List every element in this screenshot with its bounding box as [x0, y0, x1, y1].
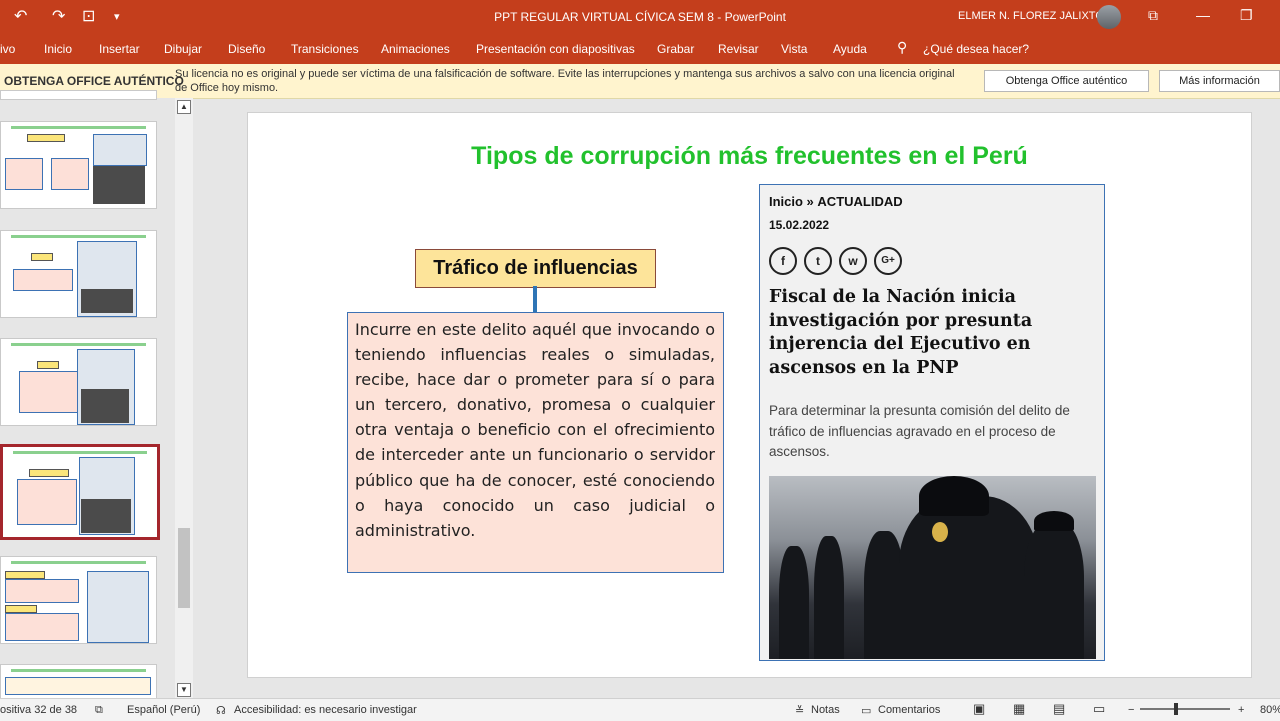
tab-vista[interactable]: Vista [781, 42, 807, 56]
article-headline: Fiscal de la Nación inicia investigación… [769, 287, 1033, 378]
definition-text: Incurre en este delito aquél que invocan… [355, 320, 715, 540]
slide-title[interactable]: Tipos de corrupción más frecuentes en el… [248, 142, 1251, 171]
language[interactable]: Español (Perú) [127, 704, 200, 716]
tab-insertar[interactable]: Insertar [99, 42, 140, 56]
zoom-level[interactable]: 80% [1260, 704, 1280, 716]
breadcrumb-section: ACTUALIDAD [817, 194, 903, 209]
thumbnail-scrollbar[interactable]: ▲ ▼ [175, 98, 193, 698]
breadcrumb-home: Inicio » [769, 194, 814, 209]
zoom-slider[interactable] [1140, 708, 1230, 710]
scrollbar-thumb[interactable] [178, 528, 190, 608]
definition-box[interactable]: Incurre en este delito aquél que invocan… [347, 312, 724, 573]
tab-file[interactable]: ivo [0, 42, 15, 56]
maximize-icon[interactable]: ❐ [1240, 7, 1253, 24]
license-heading: OBTENGA OFFICE AUTÉNTICO [4, 74, 184, 88]
user-name[interactable]: ELMER N. FLOREZ JALIXTO [958, 10, 1104, 22]
status-bar: ositiva 32 de 38 ⧉ Español (Perú) ☊ Acce… [0, 698, 1280, 721]
zoom-slider-handle[interactable] [1174, 703, 1178, 715]
tab-animaciones[interactable]: Animaciones [381, 42, 450, 56]
facebook-icon: f [769, 247, 797, 275]
article-lead: Para determinar la presunta comisión del… [769, 403, 1070, 459]
ribbon-display-options-icon[interactable]: ⧉ [1148, 7, 1158, 24]
scroll-up-icon[interactable]: ▲ [177, 100, 191, 114]
more-info-button[interactable]: Más información [1159, 70, 1280, 92]
accessibility-icon[interactable]: ☊ [216, 704, 226, 717]
lightbulb-icon[interactable]: ⚲ [897, 39, 907, 56]
tab-grabar[interactable]: Grabar [657, 42, 694, 56]
tell-me-search[interactable]: ¿Qué desea hacer? [923, 42, 1029, 56]
tab-dibujar[interactable]: Dibujar [164, 42, 202, 56]
comments-icon[interactable]: ▭ [861, 704, 871, 717]
slideshow-icon[interactable]: ▭ [1093, 701, 1105, 717]
minimize-icon[interactable]: — [1196, 7, 1210, 23]
google-plus-icon: G+ [874, 247, 902, 275]
tab-ayuda[interactable]: Ayuda [833, 42, 867, 56]
reading-view-icon[interactable]: ▤ [1053, 701, 1065, 717]
slide-thumbnail[interactable] [0, 338, 157, 426]
slide-thumbnail[interactable] [0, 90, 157, 100]
slide-canvas[interactable]: Tipos de corrupción más frecuentes en el… [247, 112, 1252, 678]
breadcrumb: Inicio » ACTUALIDAD [769, 194, 903, 209]
slide-thumbnail[interactable] [0, 230, 157, 318]
twitter-icon: t [804, 247, 832, 275]
notes-icon[interactable]: ≚ [795, 704, 804, 717]
police-officers-photo [769, 476, 1096, 659]
slide-position[interactable]: ositiva 32 de 38 [0, 704, 77, 716]
license-message: Su licencia no es original y puede ser v… [175, 68, 955, 94]
get-genuine-office-button[interactable]: Obtenga Office auténtico [984, 70, 1149, 92]
tab-revisar[interactable]: Revisar [718, 42, 759, 56]
slide-thumbnail[interactable] [0, 664, 157, 700]
comments-button[interactable]: Comentarios [878, 704, 940, 716]
tab-inicio[interactable]: Inicio [44, 42, 72, 56]
slide-thumbnail-selected[interactable] [0, 444, 160, 540]
slide-thumbnail[interactable] [0, 121, 157, 209]
scroll-down-icon[interactable]: ▼ [177, 683, 191, 697]
topic-label-box[interactable]: Tráfico de influencias [415, 249, 656, 288]
zoom-in-icon[interactable]: + [1238, 704, 1244, 716]
slide-thumbnail-pane [0, 90, 175, 700]
zoom-out-icon[interactable]: − [1128, 704, 1134, 716]
spelling-icon[interactable]: ⧉ [95, 704, 103, 717]
connector-line[interactable] [533, 286, 537, 312]
slide-thumbnail[interactable] [0, 556, 157, 644]
avatar[interactable] [1097, 5, 1121, 29]
notes-button[interactable]: Notas [811, 704, 840, 716]
accessibility-status[interactable]: Accesibilidad: es necesario investigar [234, 704, 417, 716]
slide-sorter-icon[interactable]: ▦ [1013, 701, 1025, 717]
title-bar: ↶ ↷ ⊡ ▾ PPT REGULAR VIRTUAL CÍVICA SEM 8… [0, 0, 1280, 35]
tab-diseno[interactable]: Diseño [228, 42, 265, 56]
ribbon-tabs: ivo Inicio Insertar Dibujar Diseño Trans… [0, 35, 1280, 64]
tab-transiciones[interactable]: Transiciones [291, 42, 359, 56]
news-article-image[interactable]: Inicio » ACTUALIDAD 15.02.2022 f t w G+ … [759, 184, 1105, 661]
normal-view-icon[interactable]: ▣ [973, 701, 985, 717]
tab-presentacion[interactable]: Presentación con diapositivas [476, 42, 635, 56]
license-warning-bar: OBTENGA OFFICE AUTÉNTICO Su licencia no … [0, 64, 1280, 99]
article-date: 15.02.2022 [769, 218, 830, 232]
whatsapp-icon: w [839, 247, 867, 275]
